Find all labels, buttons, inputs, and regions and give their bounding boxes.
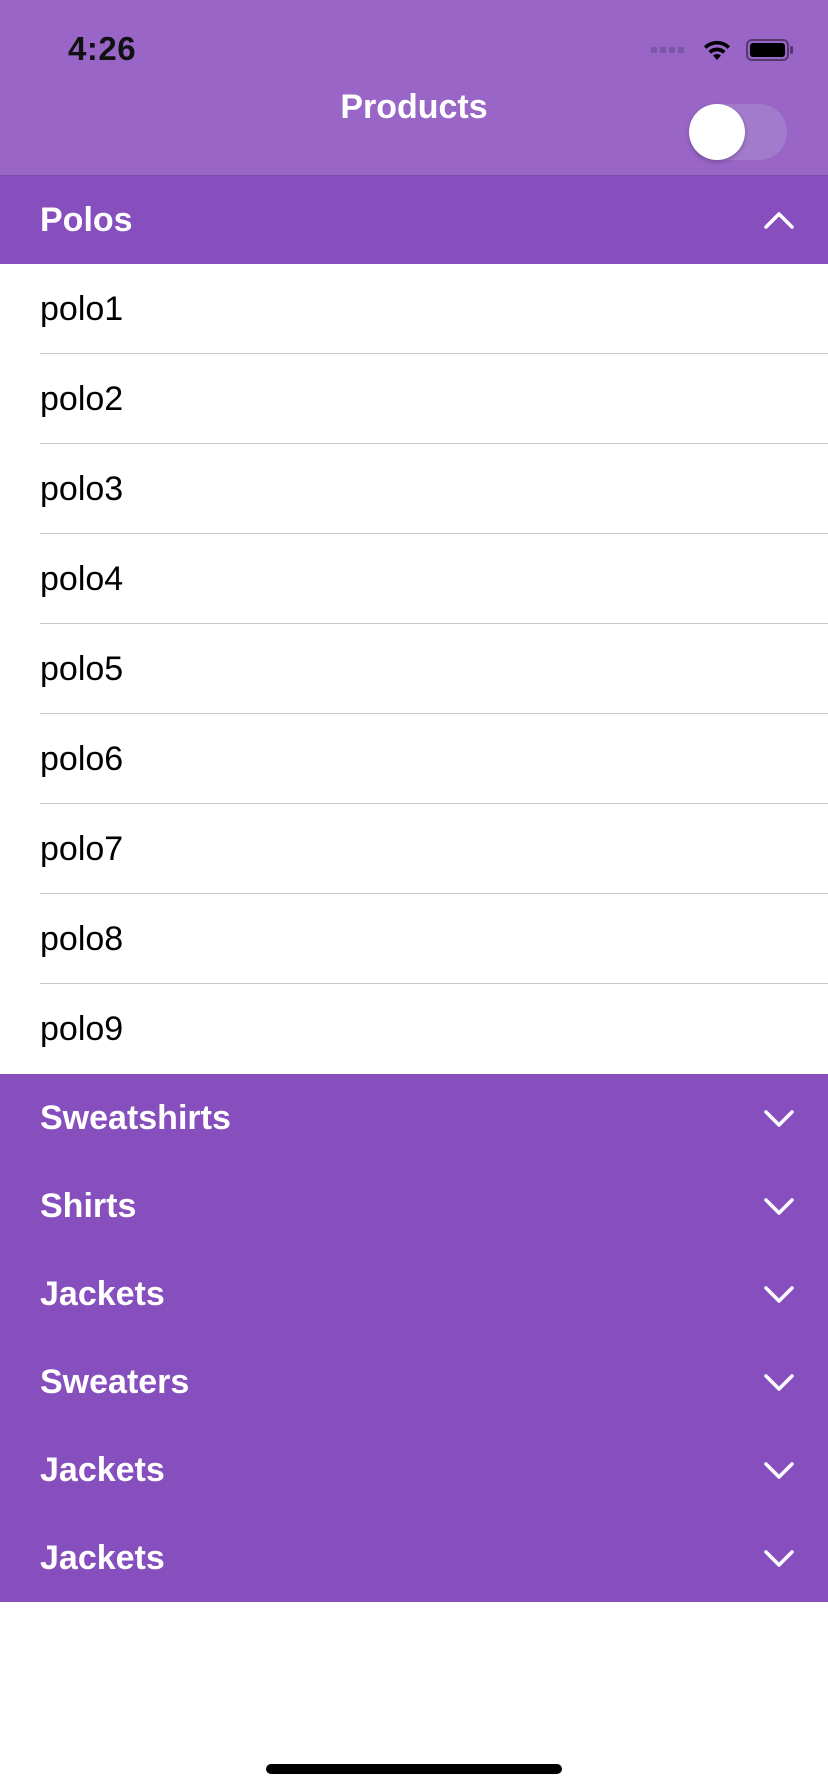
section-label: Polos <box>40 201 133 239</box>
battery-icon <box>746 39 793 61</box>
status-time: 4:26 <box>68 30 137 67</box>
section-header-sweatshirts[interactable]: Sweatshirts <box>0 1074 828 1162</box>
list-item-label: polo4 <box>40 560 124 598</box>
section-label: Sweatshirts <box>40 1099 231 1137</box>
list-item-label: polo6 <box>40 740 124 778</box>
cellular-signal-icon <box>651 47 684 53</box>
mode-toggle[interactable] <box>689 104 787 160</box>
chevron-down-icon <box>764 1462 794 1479</box>
section-label: Jackets <box>40 1451 165 1489</box>
chevron-down-icon <box>764 1550 794 1567</box>
section-header-jackets[interactable]: Jackets <box>0 1514 828 1602</box>
screen: 4:26 Products Polos polo1 polo2 polo3 po… <box>0 0 828 1792</box>
section-header-jackets[interactable]: Jackets <box>0 1426 828 1514</box>
list-item[interactable]: polo3 <box>0 444 828 534</box>
list-item-label: polo3 <box>40 470 124 508</box>
section-header-sweaters[interactable]: Sweaters <box>0 1338 828 1426</box>
list-item[interactable]: polo1 <box>0 264 828 354</box>
list-item-label: polo8 <box>40 920 124 958</box>
home-indicator[interactable] <box>266 1764 562 1774</box>
list-item-label: polo5 <box>40 650 124 688</box>
chevron-down-icon <box>764 1198 794 1215</box>
chevron-down-icon <box>764 1374 794 1391</box>
section-header-jackets[interactable]: Jackets <box>0 1250 828 1338</box>
list-item-label: polo1 <box>40 290 124 328</box>
list-item[interactable]: polo9 <box>0 984 828 1074</box>
status-icons <box>651 34 794 66</box>
list-item-label: polo2 <box>40 380 124 418</box>
list-item[interactable]: polo7 <box>0 804 828 894</box>
list-item[interactable]: polo6 <box>0 714 828 804</box>
toggle-knob <box>689 104 745 160</box>
wifi-icon <box>704 40 730 60</box>
section-header-shirts[interactable]: Shirts <box>0 1162 828 1250</box>
list-item-label: polo7 <box>40 830 124 868</box>
section-label: Jackets <box>40 1275 165 1313</box>
list-item[interactable]: polo2 <box>0 354 828 444</box>
section-label: Jackets <box>40 1539 165 1577</box>
section-header-polos[interactable]: Polos <box>0 176 828 264</box>
list-item[interactable]: polo4 <box>0 534 828 624</box>
navigation-bar: 4:26 Products <box>0 0 828 176</box>
list-item-label: polo9 <box>40 1010 124 1048</box>
chevron-down-icon <box>764 1110 794 1127</box>
chevron-down-icon <box>764 1286 794 1303</box>
list-item[interactable]: polo8 <box>0 894 828 984</box>
section-label: Sweaters <box>40 1363 190 1401</box>
section-label: Shirts <box>40 1187 137 1225</box>
chevron-up-icon <box>764 212 794 229</box>
list-item[interactable]: polo5 <box>0 624 828 714</box>
